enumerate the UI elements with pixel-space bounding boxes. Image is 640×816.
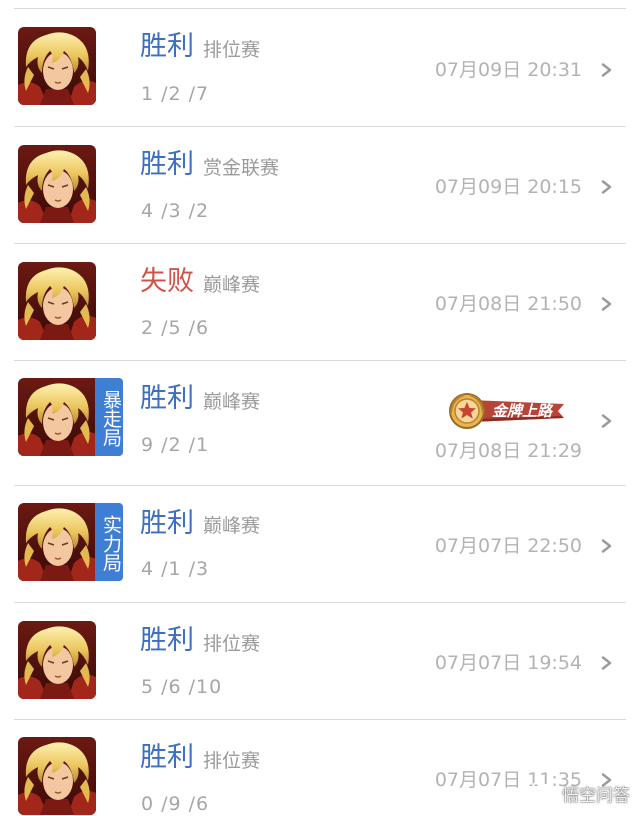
- match-row[interactable]: 胜利 排位赛 5 /6 /10 07月07日 19:54: [0, 603, 640, 720]
- mode-badge: 实力局: [95, 503, 123, 581]
- match-result: 胜利: [140, 625, 194, 656]
- match-row[interactable]: 暴走局 胜利 巅峰赛 9 /2 /1 金牌上路 07月08日 21:29: [0, 361, 640, 486]
- match-row[interactable]: 失败 巅峰赛 2 /5 /6 07月08日 21:50: [0, 244, 640, 361]
- kda-score: 2 /5 /6: [141, 317, 210, 339]
- match-history-list: 胜利 排位赛 1 /2 /7 07月09日 20:31 胜利 赏金联赛 4 /3…: [0, 0, 640, 816]
- chevron-right-icon[interactable]: [600, 180, 614, 194]
- kda-score: 5 /6 /10: [141, 676, 223, 698]
- match-type: 巅峰赛: [203, 515, 261, 537]
- chevron-right-icon[interactable]: [600, 297, 614, 311]
- match-row[interactable]: 胜利 赏金联赛 4 /3 /2 07月09日 20:15: [0, 127, 640, 244]
- match-result: 失败: [140, 266, 194, 297]
- watermark: 悟空问答: [532, 780, 630, 806]
- hero-avatar: [18, 378, 96, 456]
- match-type: 排位赛: [203, 39, 261, 61]
- kda-score: 9 /2 /1: [141, 434, 210, 456]
- watermark-text: 悟空问答: [562, 785, 630, 806]
- match-time: 07月08日 21:50: [434, 293, 582, 315]
- hero-avatar: [18, 27, 96, 105]
- match-type: 巅峰赛: [203, 391, 261, 413]
- hero-avatar: [18, 737, 96, 815]
- kda-score: 4 /3 /2: [141, 200, 210, 222]
- match-time: 07月07日 19:54: [434, 652, 582, 674]
- chevron-right-icon[interactable]: [600, 414, 614, 428]
- match-time: 07月07日 22:50: [434, 535, 582, 557]
- match-time: 07月09日 20:15: [434, 176, 582, 198]
- mode-badge: 暴走局: [95, 378, 123, 456]
- kda-score: 1 /2 /7: [141, 83, 210, 105]
- wukong-logo-icon: [532, 782, 558, 803]
- kda-score: 4 /1 /3: [141, 558, 210, 580]
- match-type: 排位赛: [203, 750, 261, 772]
- match-result: 胜利: [140, 383, 194, 414]
- gold-medal-badge: 金牌上路: [449, 393, 564, 429]
- match-result: 胜利: [140, 31, 194, 62]
- hero-avatar: [18, 145, 96, 223]
- match-type: 赏金联赛: [203, 157, 280, 179]
- match-time: 07月08日 21:29: [434, 440, 582, 462]
- hero-avatar: [18, 262, 96, 340]
- kda-score: 0 /9 /6: [141, 793, 210, 815]
- match-result: 胜利: [140, 742, 194, 773]
- hero-avatar: [18, 621, 96, 699]
- match-result: 胜利: [140, 149, 194, 180]
- match-row[interactable]: 胜利 排位赛 1 /2 /7 07月09日 20:31: [0, 9, 640, 127]
- match-type: 巅峰赛: [203, 274, 261, 296]
- hero-avatar: [18, 503, 96, 581]
- chevron-right-icon[interactable]: [600, 539, 614, 553]
- medal-label: 金牌上路: [492, 402, 554, 420]
- match-type: 排位赛: [203, 633, 261, 655]
- match-time: 07月09日 20:31: [434, 59, 582, 81]
- chevron-right-icon[interactable]: [600, 63, 614, 77]
- match-result: 胜利: [140, 508, 194, 539]
- chevron-right-icon[interactable]: [600, 656, 614, 670]
- match-row[interactable]: 实力局 胜利 巅峰赛 4 /1 /3 07月07日 22:50: [0, 486, 640, 603]
